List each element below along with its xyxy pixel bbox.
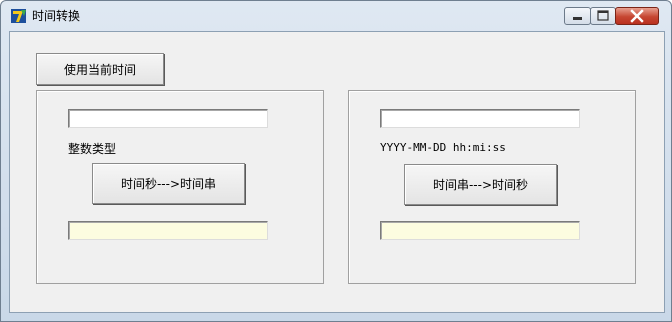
seconds-format-label: 整数类型 (68, 142, 117, 156)
minimize-button[interactable] (564, 7, 591, 25)
app-window: 时间转换 使用当前时间 整数类型 时间秒--->时间串 YYYY-MM-DD h… (0, 0, 672, 322)
window-title: 时间转换 (32, 9, 81, 23)
maximize-button[interactable] (590, 7, 616, 25)
minimize-icon (573, 17, 582, 20)
close-icon (630, 9, 644, 23)
use-current-time-button[interactable]: 使用当前时间 (36, 53, 164, 85)
time-string-format-label: YYYY-MM-DD hh:mi:ss (380, 141, 506, 154)
seconds-input[interactable] (68, 109, 268, 128)
seconds-result-field[interactable] (380, 221, 580, 240)
app-icon (11, 9, 26, 23)
seconds-to-string-button[interactable]: 时间秒--->时间串 (92, 163, 245, 204)
close-button[interactable] (615, 7, 659, 25)
time-string-input[interactable] (380, 109, 580, 128)
title-bar[interactable]: 时间转换 (1, 1, 671, 31)
string-to-seconds-button[interactable]: 时间串--->时间秒 (404, 164, 557, 205)
client-area: 使用当前时间 整数类型 时间秒--->时间串 YYYY-MM-DD hh:mi:… (9, 31, 665, 313)
string-result-field[interactable] (68, 221, 268, 240)
string-to-seconds-group: YYYY-MM-DD hh:mi:ss 时间串--->时间秒 (348, 90, 636, 284)
maximize-icon (597, 10, 609, 21)
seconds-to-string-group: 整数类型 时间秒--->时间串 (36, 90, 324, 284)
